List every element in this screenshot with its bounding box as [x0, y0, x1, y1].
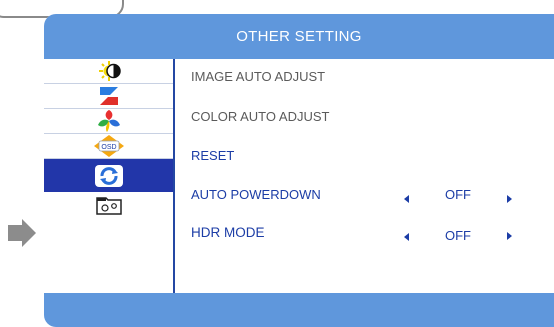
auto-powerdown-decrease-arrow-icon[interactable]: [404, 195, 409, 203]
sidebar-item-system[interactable]: [44, 192, 173, 217]
hdr-mode-increase-arrow-icon[interactable]: [507, 232, 512, 240]
menu-item-auto-powerdown[interactable]: AUTO POWERDOWN: [191, 187, 321, 202]
auto-powerdown-increase-arrow-icon[interactable]: [507, 195, 512, 203]
menu-item-image-auto-adjust[interactable]: IMAGE AUTO ADJUST: [191, 69, 325, 84]
osd-header: OTHER SETTING: [44, 14, 554, 59]
hdr-mode-decrease-arrow-icon[interactable]: [404, 233, 409, 241]
osd-menu-window: OTHER SETTING OSD IMAGE AUTO ADJUST COLO…: [44, 14, 554, 327]
brightness-contrast-icon: [98, 61, 121, 81]
image-adjust-icon: [99, 87, 118, 105]
sidebar-item-image-setup[interactable]: [44, 84, 173, 109]
auto-powerdown-value: OFF: [445, 187, 471, 202]
sidebar-item-other-setting[interactable]: [44, 159, 173, 192]
menu-item-reset[interactable]: RESET: [191, 148, 234, 163]
selection-pointer-icon: [8, 219, 36, 247]
osd-footer-bar: [44, 293, 554, 327]
sidebar-item-color[interactable]: [44, 109, 173, 134]
hdr-mode-value: OFF: [445, 228, 471, 243]
menu-item-hdr-mode[interactable]: HDR MODE: [191, 225, 265, 240]
osd-sidebar: OSD: [44, 59, 175, 305]
system-info-icon: [95, 196, 122, 215]
svg-text:OSD: OSD: [101, 144, 116, 151]
color-icon: [97, 110, 120, 132]
page-title: OTHER SETTING: [236, 28, 362, 45]
menu-item-color-auto-adjust[interactable]: COLOR AUTO ADJUST: [191, 109, 329, 124]
osd-icon: OSD: [93, 135, 124, 157]
sidebar-item-osd[interactable]: OSD: [44, 134, 173, 159]
other-setting-icon: [94, 164, 123, 187]
sidebar-item-luminance[interactable]: [44, 59, 173, 84]
